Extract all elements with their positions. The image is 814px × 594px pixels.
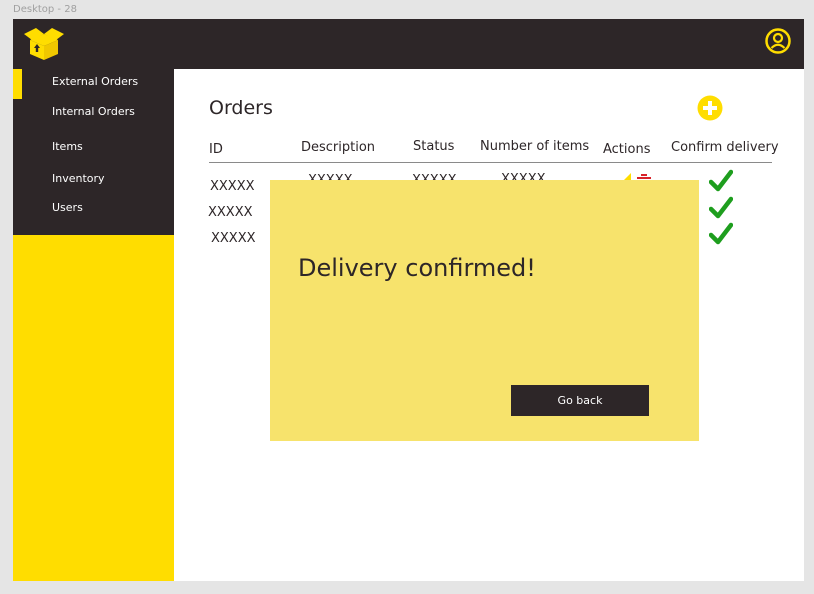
sidebar-item-external-orders[interactable]: External Orders	[52, 75, 138, 88]
sidebar-item-internal-orders[interactable]: Internal Orders	[52, 105, 135, 118]
open-box-icon[interactable]	[22, 26, 66, 62]
sidebar-item-users[interactable]: Users	[52, 201, 83, 214]
table-cell-id: XXXXX	[211, 231, 256, 246]
sidebar: External Orders Internal Orders Items In…	[13, 69, 174, 235]
column-header-confirm-delivery: Confirm delivery	[671, 140, 779, 155]
column-header-actions: Actions	[603, 142, 651, 157]
column-header-id: ID	[209, 142, 223, 157]
go-back-button[interactable]: Go back	[511, 385, 649, 416]
table-cell-id: XXXXX	[208, 205, 253, 220]
column-header-status: Status	[413, 139, 455, 154]
table-cell-id: XXXXX	[210, 179, 255, 194]
column-header-number-of-items: Number of items	[480, 139, 590, 154]
sidebar-item-items[interactable]: Items	[52, 140, 83, 153]
sidebar-item-inventory[interactable]: Inventory	[52, 172, 105, 185]
app-window: External Orders Internal Orders Items In…	[13, 19, 804, 581]
frame-label: Desktop - 28	[13, 4, 77, 15]
checkmark-icon[interactable]	[709, 169, 733, 193]
dialog-message: Delivery confirmed!	[298, 254, 536, 282]
confirmation-dialog: Delivery confirmed! Go back	[270, 180, 699, 441]
user-circle-icon[interactable]	[765, 28, 791, 54]
sidebar-filler	[13, 235, 174, 581]
column-header-description: Description	[301, 140, 376, 155]
plus-circle-icon[interactable]	[697, 95, 723, 121]
checkmark-icon[interactable]	[709, 222, 733, 246]
checkmark-icon[interactable]	[709, 196, 733, 220]
active-nav-indicator	[13, 69, 22, 99]
top-bar	[13, 19, 804, 69]
table-header-divider	[209, 162, 772, 163]
page-title: Orders	[209, 97, 273, 119]
